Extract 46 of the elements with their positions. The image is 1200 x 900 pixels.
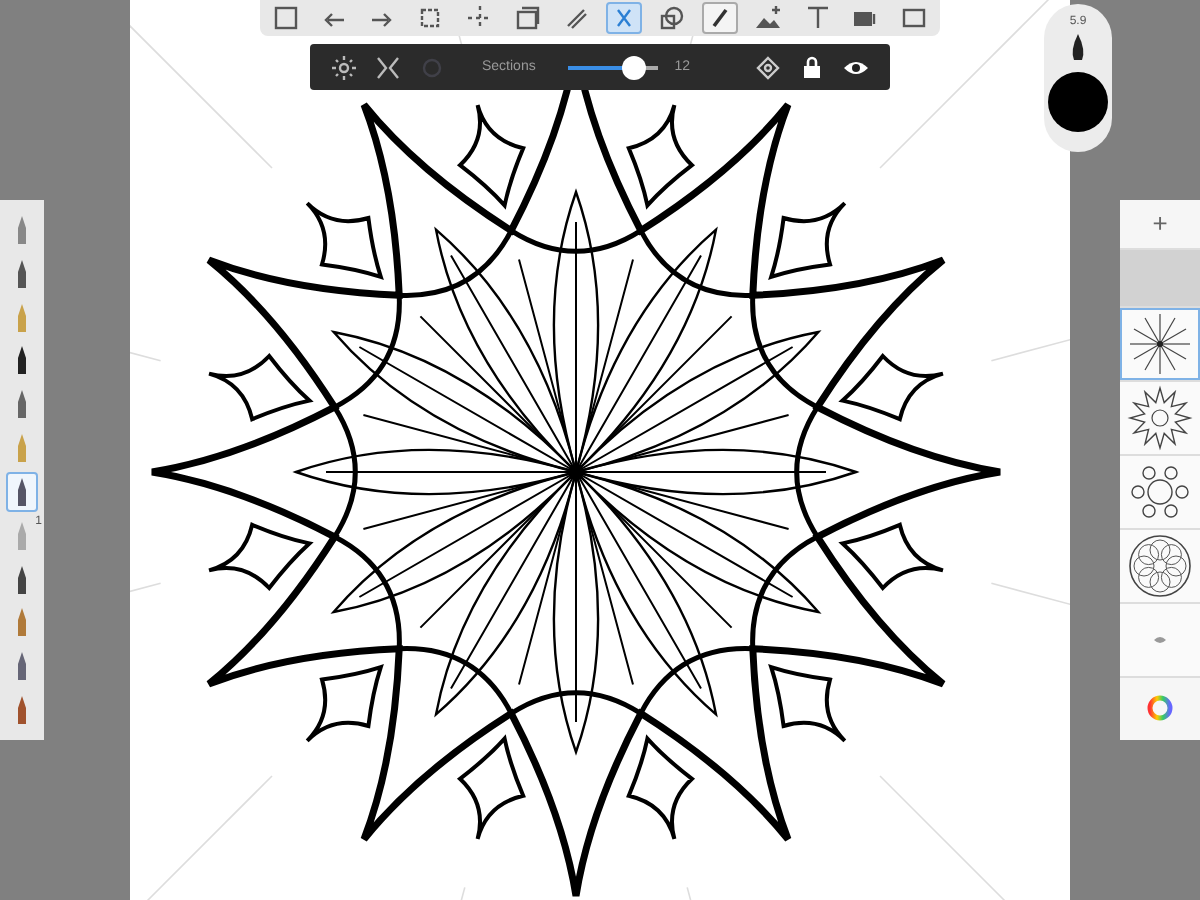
- selection-icon: [416, 4, 445, 32]
- brush-tool-icon: [14, 650, 30, 683]
- add-layer-button[interactable]: +: [1120, 200, 1200, 248]
- brush-tool-icon: [14, 257, 30, 290]
- shape-icon: [658, 4, 687, 32]
- brush-tool-icon: [14, 344, 30, 377]
- layer-thumbnail[interactable]: [1120, 529, 1200, 602]
- layer-thumbnail[interactable]: [1120, 381, 1200, 454]
- eye-icon: [1154, 635, 1166, 644]
- image-icon: [754, 4, 783, 32]
- brush-tool-icon: [14, 388, 30, 421]
- mandala-thumbnail-drawing: [1126, 383, 1194, 452]
- lock-button[interactable]: [798, 51, 826, 83]
- move-icon: [465, 4, 494, 32]
- layer-thumbnail[interactable]: [1120, 455, 1200, 528]
- color-wheel-button[interactable]: [1120, 677, 1200, 741]
- stack-icon: [513, 4, 542, 32]
- brush-tool-icon: [14, 301, 30, 334]
- tool-button[interactable]: [702, 2, 739, 34]
- mirror-icon: [374, 53, 402, 81]
- brush-tool-icon: [14, 432, 30, 465]
- brush-tool-icon: [14, 475, 30, 508]
- sections-slider[interactable]: [567, 55, 659, 79]
- layout-icon: [272, 4, 300, 32]
- layer-thumbnail[interactable]: [1120, 307, 1200, 380]
- mandala-thumbnail-drawing: [1126, 531, 1194, 600]
- color-wheel-icon: [1146, 694, 1174, 723]
- fullscreen-icon: [899, 4, 928, 32]
- brush-tool-icon: [14, 606, 30, 639]
- mandala-thumbnail-drawing: [1126, 309, 1194, 378]
- radial-icon: [330, 53, 358, 81]
- radial-symmetry-button[interactable]: [330, 51, 358, 83]
- brush-tool-icon: [14, 213, 30, 246]
- circle-icon: [418, 53, 446, 81]
- brush-tool-icon: [14, 563, 30, 596]
- center-button[interactable]: [754, 51, 782, 83]
- brush-tool-icon: [14, 519, 30, 552]
- lock-icon: [798, 53, 826, 81]
- slider-thumb[interactable]: [621, 55, 645, 79]
- layer-thumbnail[interactable]: [1120, 603, 1200, 676]
- brush-tool-icon: [14, 694, 30, 727]
- brush-button[interactable]: [6, 471, 38, 512]
- color-swatch[interactable]: [1048, 72, 1108, 132]
- text-icon: [803, 4, 832, 32]
- nib-icon: [1070, 34, 1086, 66]
- crosshair-icon: [754, 53, 782, 81]
